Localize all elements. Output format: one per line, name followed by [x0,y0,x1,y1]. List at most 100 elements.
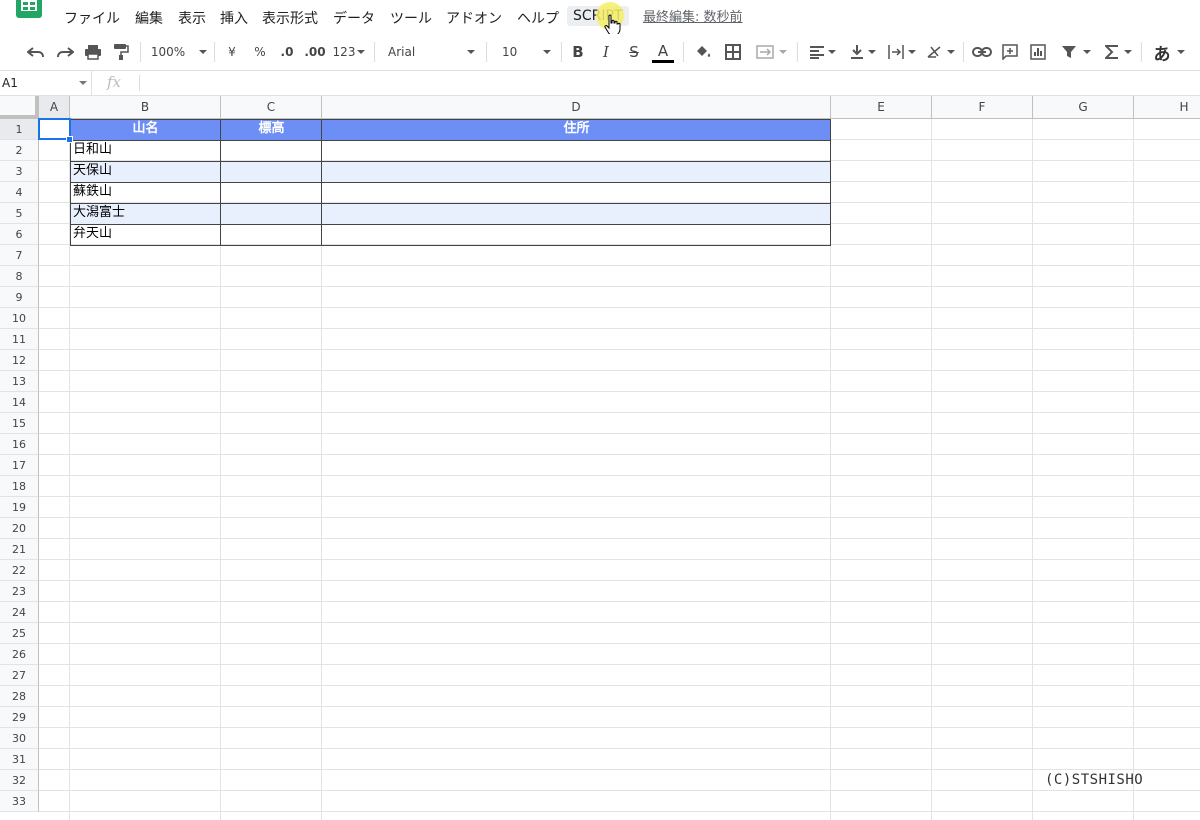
row-header[interactable]: 8 [0,266,39,287]
row-header[interactable]: 3 [0,161,39,182]
last-edit-link[interactable]: 最終編集: 数秒前 [643,6,743,25]
decrease-decimal-button[interactable]: .0 [276,42,298,62]
row-header[interactable]: 2 [0,140,39,161]
row-header[interactable]: 33 [0,791,39,812]
vertical-align-icon[interactable] [846,42,878,62]
row-header[interactable]: 15 [0,413,39,434]
row-header[interactable]: 1 [0,119,39,140]
print-icon[interactable] [83,42,103,62]
row-header[interactable]: 29 [0,707,39,728]
column-header-h[interactable]: H [1134,96,1200,119]
address-cell[interactable] [322,203,831,224]
mountain-name-cell[interactable]: 蘇鉄山 [70,182,221,203]
row-header[interactable]: 14 [0,392,39,413]
italic-button[interactable]: I [596,42,616,62]
row-header[interactable]: 9 [0,287,39,308]
address-cell[interactable] [322,140,831,161]
column-header-d[interactable]: D [322,96,831,119]
mountain-name-cell[interactable]: 日和山 [70,140,221,161]
row-header[interactable]: 19 [0,497,39,518]
menu-edit[interactable]: 編集 [135,6,163,30]
table-header-cell[interactable]: 山名 [70,119,221,140]
row-header[interactable]: 11 [0,329,39,350]
row-header[interactable]: 13 [0,371,39,392]
insert-comment-icon[interactable] [999,42,1021,62]
row-header[interactable]: 12 [0,350,39,371]
column-header-c[interactable]: C [221,96,322,119]
menu-help[interactable]: ヘルプ [517,6,559,30]
row-header[interactable]: 20 [0,518,39,539]
mountain-name-cell[interactable]: 弁天山 [70,224,221,245]
functions-icon[interactable] [1101,42,1135,62]
merge-cells-icon[interactable] [752,42,790,62]
menu-addons[interactable]: アドオン [446,6,502,30]
row-header[interactable]: 23 [0,581,39,602]
column-header-e[interactable]: E [831,96,932,119]
row-header[interactable]: 25 [0,623,39,644]
currency-format-button[interactable]: ¥ [222,42,242,62]
elevation-cell[interactable] [221,224,322,245]
text-rotation-icon[interactable] [924,42,956,62]
name-box[interactable]: A1 [0,71,92,95]
fill-color-icon[interactable] [692,42,714,62]
column-header-g[interactable]: G [1033,96,1134,119]
fill-handle[interactable] [66,136,73,143]
filter-icon[interactable] [1057,42,1095,62]
elevation-cell[interactable] [221,161,322,182]
paint-format-icon[interactable] [111,42,131,62]
address-cell[interactable] [322,182,831,203]
address-cell[interactable] [322,161,831,182]
menu-insert[interactable]: 挿入 [220,6,248,30]
insert-chart-icon[interactable] [1027,42,1049,62]
strikethrough-button[interactable]: S [624,42,644,62]
column-header-a[interactable]: A [39,96,70,119]
row-header[interactable]: 32 [0,770,39,791]
horizontal-align-icon[interactable] [806,42,838,62]
row-header[interactable]: 17 [0,455,39,476]
row-header[interactable]: 31 [0,749,39,770]
column-header-f[interactable]: F [932,96,1033,119]
row-header[interactable]: 16 [0,434,39,455]
elevation-cell[interactable] [221,203,322,224]
number-format-select[interactable]: 123 [332,42,366,62]
elevation-cell[interactable] [221,182,322,203]
insert-link-icon[interactable] [971,42,993,62]
mountain-name-cell[interactable]: 大潟富士 [70,203,221,224]
row-header[interactable]: 30 [0,728,39,749]
font-family-select[interactable]: Arial [388,42,480,62]
elevation-cell[interactable] [221,140,322,161]
menu-file[interactable]: ファイル [64,6,120,30]
menu-tools[interactable]: ツール [390,6,432,30]
undo-icon[interactable] [26,42,46,62]
input-tools-button[interactable]: あ [1149,42,1189,65]
percent-format-button[interactable]: % [250,42,270,62]
row-header[interactable]: 18 [0,476,39,497]
table-header-cell[interactable]: 標高 [221,119,322,140]
menu-data[interactable]: データ [333,6,375,30]
bold-button[interactable]: B [568,42,588,62]
increase-decimal-button[interactable]: .00 [303,42,327,62]
address-cell[interactable] [322,224,831,245]
row-header[interactable]: 27 [0,665,39,686]
row-header[interactable]: 4 [0,182,39,203]
mountain-name-cell[interactable]: 天保山 [70,161,221,182]
row-header[interactable]: 22 [0,560,39,581]
menu-format[interactable]: 表示形式 [262,6,318,30]
menu-view[interactable]: 表示 [178,6,206,30]
row-header[interactable]: 10 [0,308,39,329]
sheets-logo-icon[interactable] [16,0,42,18]
row-header[interactable]: 6 [0,224,39,245]
row-header[interactable]: 21 [0,539,39,560]
font-size-select[interactable]: 10 [502,42,554,62]
zoom-select[interactable]: 100% [150,42,208,62]
row-header[interactable]: 26 [0,644,39,665]
formula-input[interactable] [146,75,1186,91]
text-color-button[interactable]: A [652,42,674,63]
text-wrap-icon[interactable] [884,42,918,62]
table-header-cell[interactable]: 住所 [322,119,831,140]
redo-icon[interactable] [55,42,75,62]
column-header-b[interactable]: B [70,96,221,119]
row-header[interactable]: 28 [0,686,39,707]
row-header[interactable]: 7 [0,245,39,266]
borders-icon[interactable] [722,42,744,62]
